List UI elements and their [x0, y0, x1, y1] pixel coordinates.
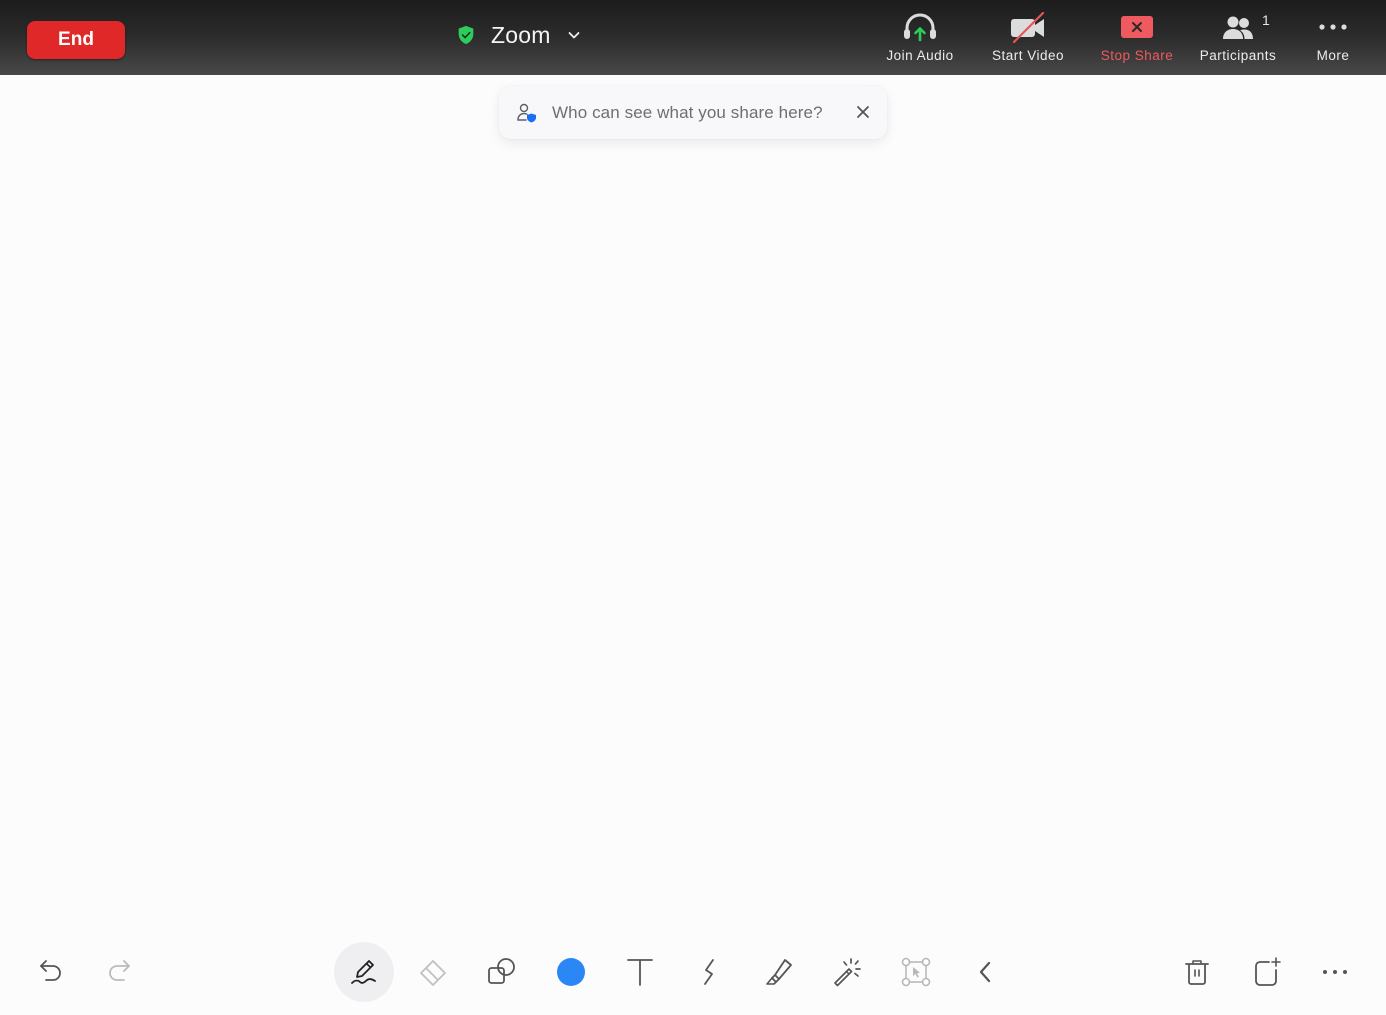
highlighter-icon: [766, 959, 792, 985]
close-box-icon: [1121, 16, 1153, 38]
participants-label: Participants: [1199, 48, 1277, 63]
redo-icon: [109, 960, 130, 981]
color-swatch-icon: [557, 958, 585, 986]
more-label: More: [1316, 48, 1350, 63]
participants-button[interactable]: Participants 1: [1194, 10, 1282, 70]
magic-wand-icon: [834, 958, 861, 987]
join-audio-label: Join Audio: [886, 48, 954, 63]
end-meeting-button[interactable]: End: [27, 21, 125, 59]
meeting-title: Zoom: [491, 21, 551, 48]
select-tool-button[interactable]: [886, 942, 946, 1002]
start-video-label: Start Video: [991, 48, 1065, 63]
chevron-left-icon: [979, 961, 991, 983]
eraser-icon: [420, 960, 446, 986]
text-icon: [627, 959, 653, 986]
more-dots-icon: [1319, 24, 1347, 30]
shapes-icon: [488, 958, 515, 984]
select-icon: [901, 957, 931, 987]
start-video-button[interactable]: Start Video: [985, 10, 1071, 70]
more-button[interactable]: More: [1306, 10, 1360, 70]
pen-tool-button[interactable]: [334, 942, 394, 1002]
meeting-title-dropdown[interactable]: Zoom: [455, 18, 581, 52]
collapse-toolbar-button[interactable]: [955, 942, 1015, 1002]
shield-check-icon: [458, 25, 474, 45]
whiteboard-canvas[interactable]: [0, 75, 1386, 935]
trash-icon: [1185, 960, 1209, 985]
pen-icon: [351, 960, 376, 984]
headphones-arrow-up-icon: [904, 13, 936, 42]
toolbar-more-button[interactable]: [1305, 942, 1365, 1002]
more-horizontal-icon: [1323, 970, 1347, 974]
connector-tool-button[interactable]: [679, 942, 739, 1002]
participants-count: 1: [1262, 12, 1270, 28]
video-off-icon: [1011, 11, 1045, 43]
stop-share-button[interactable]: Stop Share: [1096, 10, 1178, 70]
eraser-tool-button[interactable]: [403, 942, 463, 1002]
user-shield-icon: [517, 103, 536, 122]
undo-icon: [40, 960, 61, 981]
connector-icon: [704, 959, 714, 985]
add-page-icon: [1255, 957, 1281, 986]
share-visibility-notice: Who can see what you share here?: [499, 86, 887, 139]
highlighter-tool-button[interactable]: [748, 942, 808, 1002]
participants-icon: [1223, 16, 1253, 39]
join-audio-button[interactable]: Join Audio: [880, 10, 960, 70]
close-icon[interactable]: [855, 104, 871, 120]
magic-tool-button[interactable]: [817, 942, 877, 1002]
color-picker-button[interactable]: [541, 942, 601, 1002]
share-visibility-link[interactable]: Who can see what you share here?: [552, 103, 823, 123]
delete-button[interactable]: [1167, 942, 1227, 1002]
meeting-toolbar: End Zoom Join Audio Start Video Stop Sha…: [0, 0, 1386, 75]
chevron-down-icon: [568, 32, 579, 39]
stop-share-label: Stop Share: [1100, 48, 1174, 63]
redo-button[interactable]: [89, 942, 149, 1002]
text-tool-button[interactable]: [610, 942, 670, 1002]
add-page-button[interactable]: [1236, 942, 1296, 1002]
undo-button[interactable]: [21, 942, 81, 1002]
shapes-tool-button[interactable]: [472, 942, 532, 1002]
